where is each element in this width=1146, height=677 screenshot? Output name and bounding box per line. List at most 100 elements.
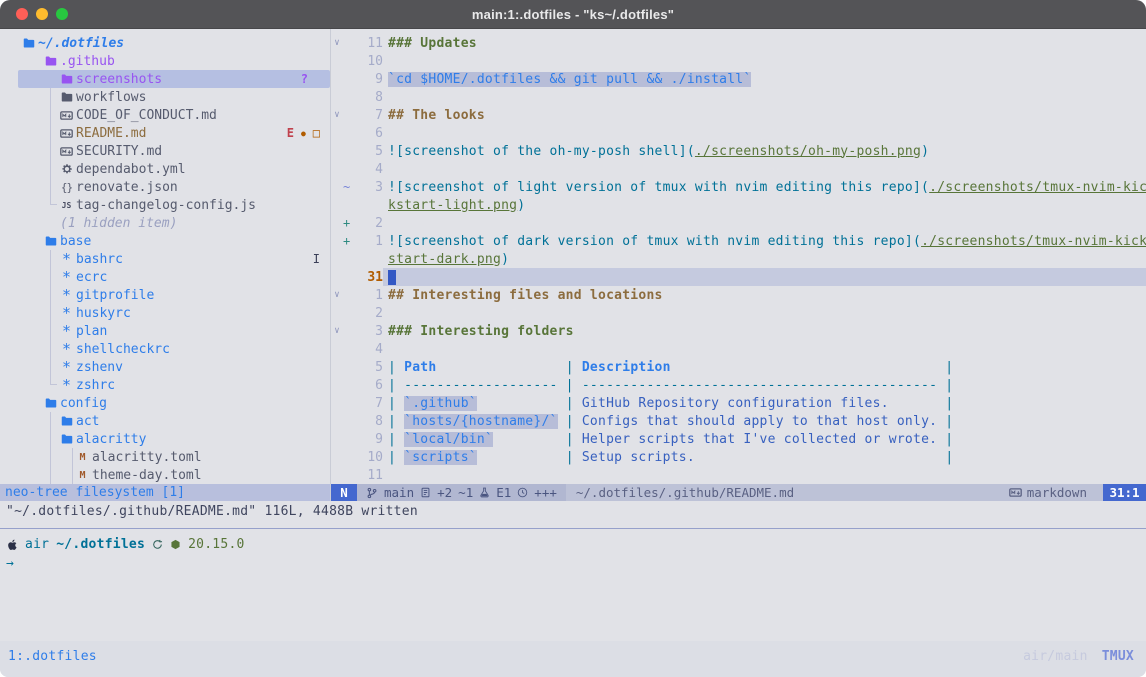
tmux-statusbar-right: air/main TMUX — [1023, 649, 1134, 664]
prompt-char[interactable]: → — [6, 556, 14, 571]
fold-marker-icon[interactable]: ∨ — [331, 38, 343, 48]
editor-line[interactable]: 31 — [331, 268, 1146, 286]
editor-line[interactable]: 10| `scripts` | Setup scripts. | — [331, 448, 1146, 466]
editor-pane[interactable]: ∨11### Updates109`cd $HOME/.dotfiles && … — [331, 29, 1146, 501]
editor-line[interactable]: ∨3### Interesting folders — [331, 322, 1146, 340]
editor-line[interactable]: ∨11### Updates — [331, 34, 1146, 52]
node-version: 20.15.0 — [188, 537, 245, 552]
tree-item-screenshots[interactable]: screenshots? — [0, 70, 330, 88]
tree-item-zshenv[interactable]: *zshenv — [0, 358, 330, 376]
rc-file-icon: * — [60, 290, 73, 300]
fold-marker-icon[interactable]: ∨ — [331, 326, 343, 336]
editor-line[interactable]: 8| `hosts/{hostname}/` | Configs that sh… — [331, 412, 1146, 430]
maximize-button[interactable] — [56, 8, 68, 20]
editor-line[interactable]: +1![screenshot of dark version of tmux w… — [331, 232, 1146, 250]
editor-line[interactable]: 5| Path | Description | — [331, 358, 1146, 376]
tree-item-dependabot-yml[interactable]: dependabot.yml — [0, 160, 330, 178]
editor-line[interactable]: 5![screenshot of the oh-my-posh shell](.… — [331, 142, 1146, 160]
tree-item-code-of-conduct-md[interactable]: CODE_OF_CONDUCT.md — [0, 106, 330, 124]
folder-icon — [22, 37, 35, 49]
statusline: N main +2 ~1 E1 +++ ~/.dotfiles/.github/… — [331, 484, 1146, 501]
tree-item-label: theme-day.toml — [92, 468, 202, 483]
rc-file-icon: * — [60, 326, 73, 336]
tree-item-label: gitprofile — [76, 288, 154, 303]
tree-item-ecrc[interactable]: *ecrc — [0, 268, 330, 286]
editor-line[interactable]: 6| ------------------- | ---------------… — [331, 376, 1146, 394]
tree-item-dotfiles[interactable]: ~/.dotfiles — [0, 34, 330, 52]
cmdline-message: "~/.dotfiles/.github/README.md" 116L, 44… — [6, 504, 418, 519]
unstaged-badge: □ — [313, 126, 320, 140]
tree-item-workflows[interactable]: workflows — [0, 88, 330, 106]
line-number: 9 — [353, 432, 383, 447]
editor-line[interactable]: 4 — [331, 340, 1146, 358]
tree-item-shellcheckrc[interactable]: *shellcheckrc — [0, 340, 330, 358]
tree-item-github[interactable]: .github — [0, 52, 330, 70]
line-text: | `local/bin` | Helper scripts that I've… — [383, 430, 1146, 448]
diff-file-icon — [420, 487, 431, 498]
editor-line[interactable]: kstart-light.png) — [331, 196, 1146, 214]
tmux-pane-border[interactable] — [0, 528, 1146, 529]
editor-line[interactable]: 7| `.github` | GitHub Repository configu… — [331, 394, 1146, 412]
editor-line[interactable]: 9| `local/bin` | Helper scripts that I'v… — [331, 430, 1146, 448]
line-text: | `hosts/{hostname}/` | Configs that sho… — [383, 412, 1146, 430]
editor-line[interactable]: 8 — [331, 88, 1146, 106]
tree-item-zshrc[interactable]: *zshrc — [0, 376, 330, 394]
line-number: 9 — [353, 72, 383, 87]
tree-item-label: bashrc — [76, 252, 123, 267]
tree-item-alacritty-toml[interactable]: Malacritty.toml — [0, 448, 330, 466]
line-number: 7 — [353, 396, 383, 411]
apple-icon — [6, 539, 18, 551]
tree-item-label: CODE_OF_CONDUCT.md — [76, 108, 217, 123]
tree-item-bashrc[interactable]: *bashrcI — [0, 250, 330, 268]
tree-item-1-hidden-item[interactable]: (1 hidden item) — [0, 214, 330, 232]
editor-line[interactable]: 9`cd $HOME/.dotfiles && git pull && ./in… — [331, 70, 1146, 88]
line-text: | Path | Description | — [383, 358, 1146, 376]
fold-marker-icon[interactable]: ∨ — [331, 290, 343, 300]
tree-item-readme-md[interactable]: README.mdE●□ — [0, 124, 330, 142]
editor-line[interactable]: ~3![screenshot of light version of tmux … — [331, 178, 1146, 196]
tree-item-label: tag-changelog-config.js — [76, 198, 256, 213]
tree-item-config[interactable]: config — [0, 394, 330, 412]
tree-item-act[interactable]: act — [0, 412, 330, 430]
tree-item-badges: ? — [301, 72, 330, 86]
tree-item-gitprofile[interactable]: *gitprofile — [0, 286, 330, 304]
line-text — [383, 340, 1146, 358]
tree-item-huskyrc[interactable]: *huskyrc — [0, 304, 330, 322]
tree-item-renovate-json[interactable]: {}renovate.json — [0, 178, 330, 196]
tree-item-theme-day-toml[interactable]: Mtheme-day.toml — [0, 466, 330, 484]
tree-item-security-md[interactable]: SECURITY.md — [0, 142, 330, 160]
editor-line[interactable]: 4 — [331, 160, 1146, 178]
editor-line[interactable]: 10 — [331, 52, 1146, 70]
minimize-button[interactable] — [36, 8, 48, 20]
git-sign: + — [343, 234, 353, 248]
close-button[interactable] — [16, 8, 28, 20]
editor-line[interactable]: start-dark.png) — [331, 250, 1146, 268]
line-text: | `.github` | GitHub Repository configur… — [383, 394, 1146, 412]
editor-line[interactable]: +2 — [331, 214, 1146, 232]
markdown-file-icon — [60, 145, 73, 158]
tree-item-tag-changelog-config-js[interactable]: JStag-changelog-config.js — [0, 196, 330, 214]
editor-line[interactable]: ∨7## The looks — [331, 106, 1146, 124]
diagnostics-icon — [479, 487, 490, 498]
editor-line[interactable]: ∨1## Interesting files and locations — [331, 286, 1146, 304]
diagnostic-error-badge: E — [287, 126, 294, 140]
line-text — [383, 304, 1146, 322]
line-text: ![screenshot of light version of tmux wi… — [383, 178, 1146, 196]
tree-item-label: .github — [60, 54, 115, 69]
rc-file-icon: * — [60, 308, 73, 318]
line-number: 3 — [353, 180, 383, 195]
cursor-position: 31:1 — [1103, 484, 1146, 501]
editor-line[interactable]: 11 — [331, 466, 1146, 484]
tmux-window-item[interactable]: 1:.dotfiles — [8, 649, 97, 664]
editor-line[interactable]: 2 — [331, 304, 1146, 322]
rc-file-icon: * — [60, 344, 73, 354]
tree-item-plan[interactable]: *plan — [0, 322, 330, 340]
tree-item-alacritty[interactable]: alacritty — [0, 430, 330, 448]
fold-marker-icon[interactable]: ∨ — [331, 110, 343, 120]
git-fetch-icon — [152, 539, 163, 550]
line-number: 1 — [353, 234, 383, 249]
tree-item-base[interactable]: base — [0, 232, 330, 250]
line-number: 5 — [353, 360, 383, 375]
editor-line[interactable]: 6 — [331, 124, 1146, 142]
cursor-indicator: I — [313, 252, 320, 266]
